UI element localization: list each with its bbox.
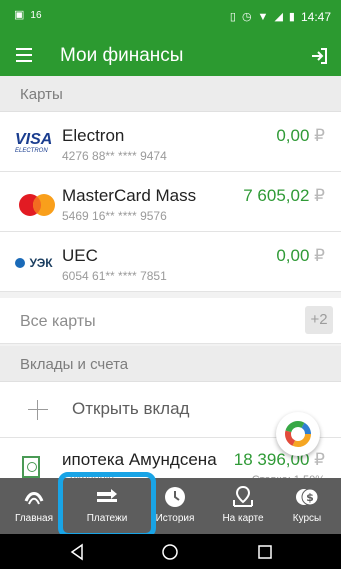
card-row-uec[interactable]: УЭК UEC 6054 61** **** 7851 0,00 ₽ <box>0 232 341 292</box>
donut-chart-icon <box>285 421 311 447</box>
nav-item-map[interactable]: На карте <box>209 478 277 534</box>
card-name: Electron <box>62 126 125 145</box>
plus-icon <box>28 400 48 420</box>
back-icon[interactable] <box>68 543 86 561</box>
deposits-section-header: Вклады и счета <box>0 346 341 382</box>
status-right: ▯ ◷ ▼ ◢ ▮ 14:47 <box>230 10 331 24</box>
vibrate-icon: ▯ <box>229 10 236 23</box>
card-name: MasterCard Mass <box>62 186 197 205</box>
menu-icon[interactable] <box>16 48 32 62</box>
signal-icon: ◢ <box>274 10 283 23</box>
all-cards-row[interactable]: Все карты +2 <box>0 298 341 344</box>
map-pin-icon <box>233 485 253 507</box>
app-bar: Мои финансы <box>0 36 341 76</box>
status-indicator: 16 <box>30 10 42 21</box>
payments-highlight-frame <box>58 472 156 538</box>
card-number: 5469 16** **** 9576 <box>62 209 167 223</box>
home-icon <box>24 492 44 505</box>
status-bar: ▣ 16 ▯ ◷ ▼ ◢ ▮ 14:47 <box>0 0 341 36</box>
visa-logo-icon: VISA ELECTRON <box>15 131 53 155</box>
deposit-name: ипотека Амундсена <box>62 450 217 469</box>
history-icon <box>165 487 185 507</box>
card-amount: 7 605,02 ₽ <box>243 186 325 205</box>
svg-text:$: $ <box>306 491 314 504</box>
open-deposit-label: Открыть вклад <box>72 399 190 418</box>
card-row-mastercard[interactable]: MasterCard Mass 5469 16** **** 9576 7 60… <box>0 172 341 232</box>
recents-icon[interactable] <box>256 543 274 561</box>
uec-logo-icon: УЭК <box>15 254 59 280</box>
deposit-amount: 18 396,00 ₽ <box>233 450 325 469</box>
notification-icon: ▣ <box>14 9 25 21</box>
nav-item-rates[interactable]: $ Курсы <box>273 478 341 534</box>
phone-screen: ▣ 16 ▯ ◷ ▼ ◢ ▮ 14:47 Мои финансы Карты V… <box>0 0 341 569</box>
battery-icon: ▮ <box>288 10 295 23</box>
all-cards-label: Все карты <box>20 313 96 330</box>
card-amount: 0,00 ₽ <box>276 246 325 265</box>
card-amount: 0,00 ₽ <box>276 126 325 145</box>
android-navigation-bar <box>0 534 341 569</box>
mastercard-logo-icon <box>19 194 55 216</box>
cards-section-header: Карты <box>0 76 341 112</box>
card-row-visa[interactable]: VISA ELECTRON Electron 4276 88** **** 94… <box>0 112 341 172</box>
home-circle-icon[interactable] <box>161 543 179 561</box>
logout-icon[interactable] <box>309 46 329 66</box>
status-left: ▣ 16 <box>14 9 42 22</box>
card-number: 4276 88** **** 9474 <box>62 149 167 163</box>
alarm-icon: ◷ <box>241 10 252 23</box>
currency-icon: $ <box>296 488 319 506</box>
page-title: Мои финансы <box>60 45 184 66</box>
card-name: UEC <box>62 246 98 265</box>
card-number: 6054 61** **** 7851 <box>62 269 167 283</box>
status-time: 14:47 <box>300 10 331 24</box>
safe-icon <box>22 456 40 478</box>
finance-analysis-fab[interactable] <box>276 412 320 456</box>
bottom-navigation: Главная Платежи История На карте $ Курсы <box>0 478 341 534</box>
hidden-cards-badge: +2 <box>305 306 333 334</box>
wifi-icon: ▼ <box>257 10 269 23</box>
